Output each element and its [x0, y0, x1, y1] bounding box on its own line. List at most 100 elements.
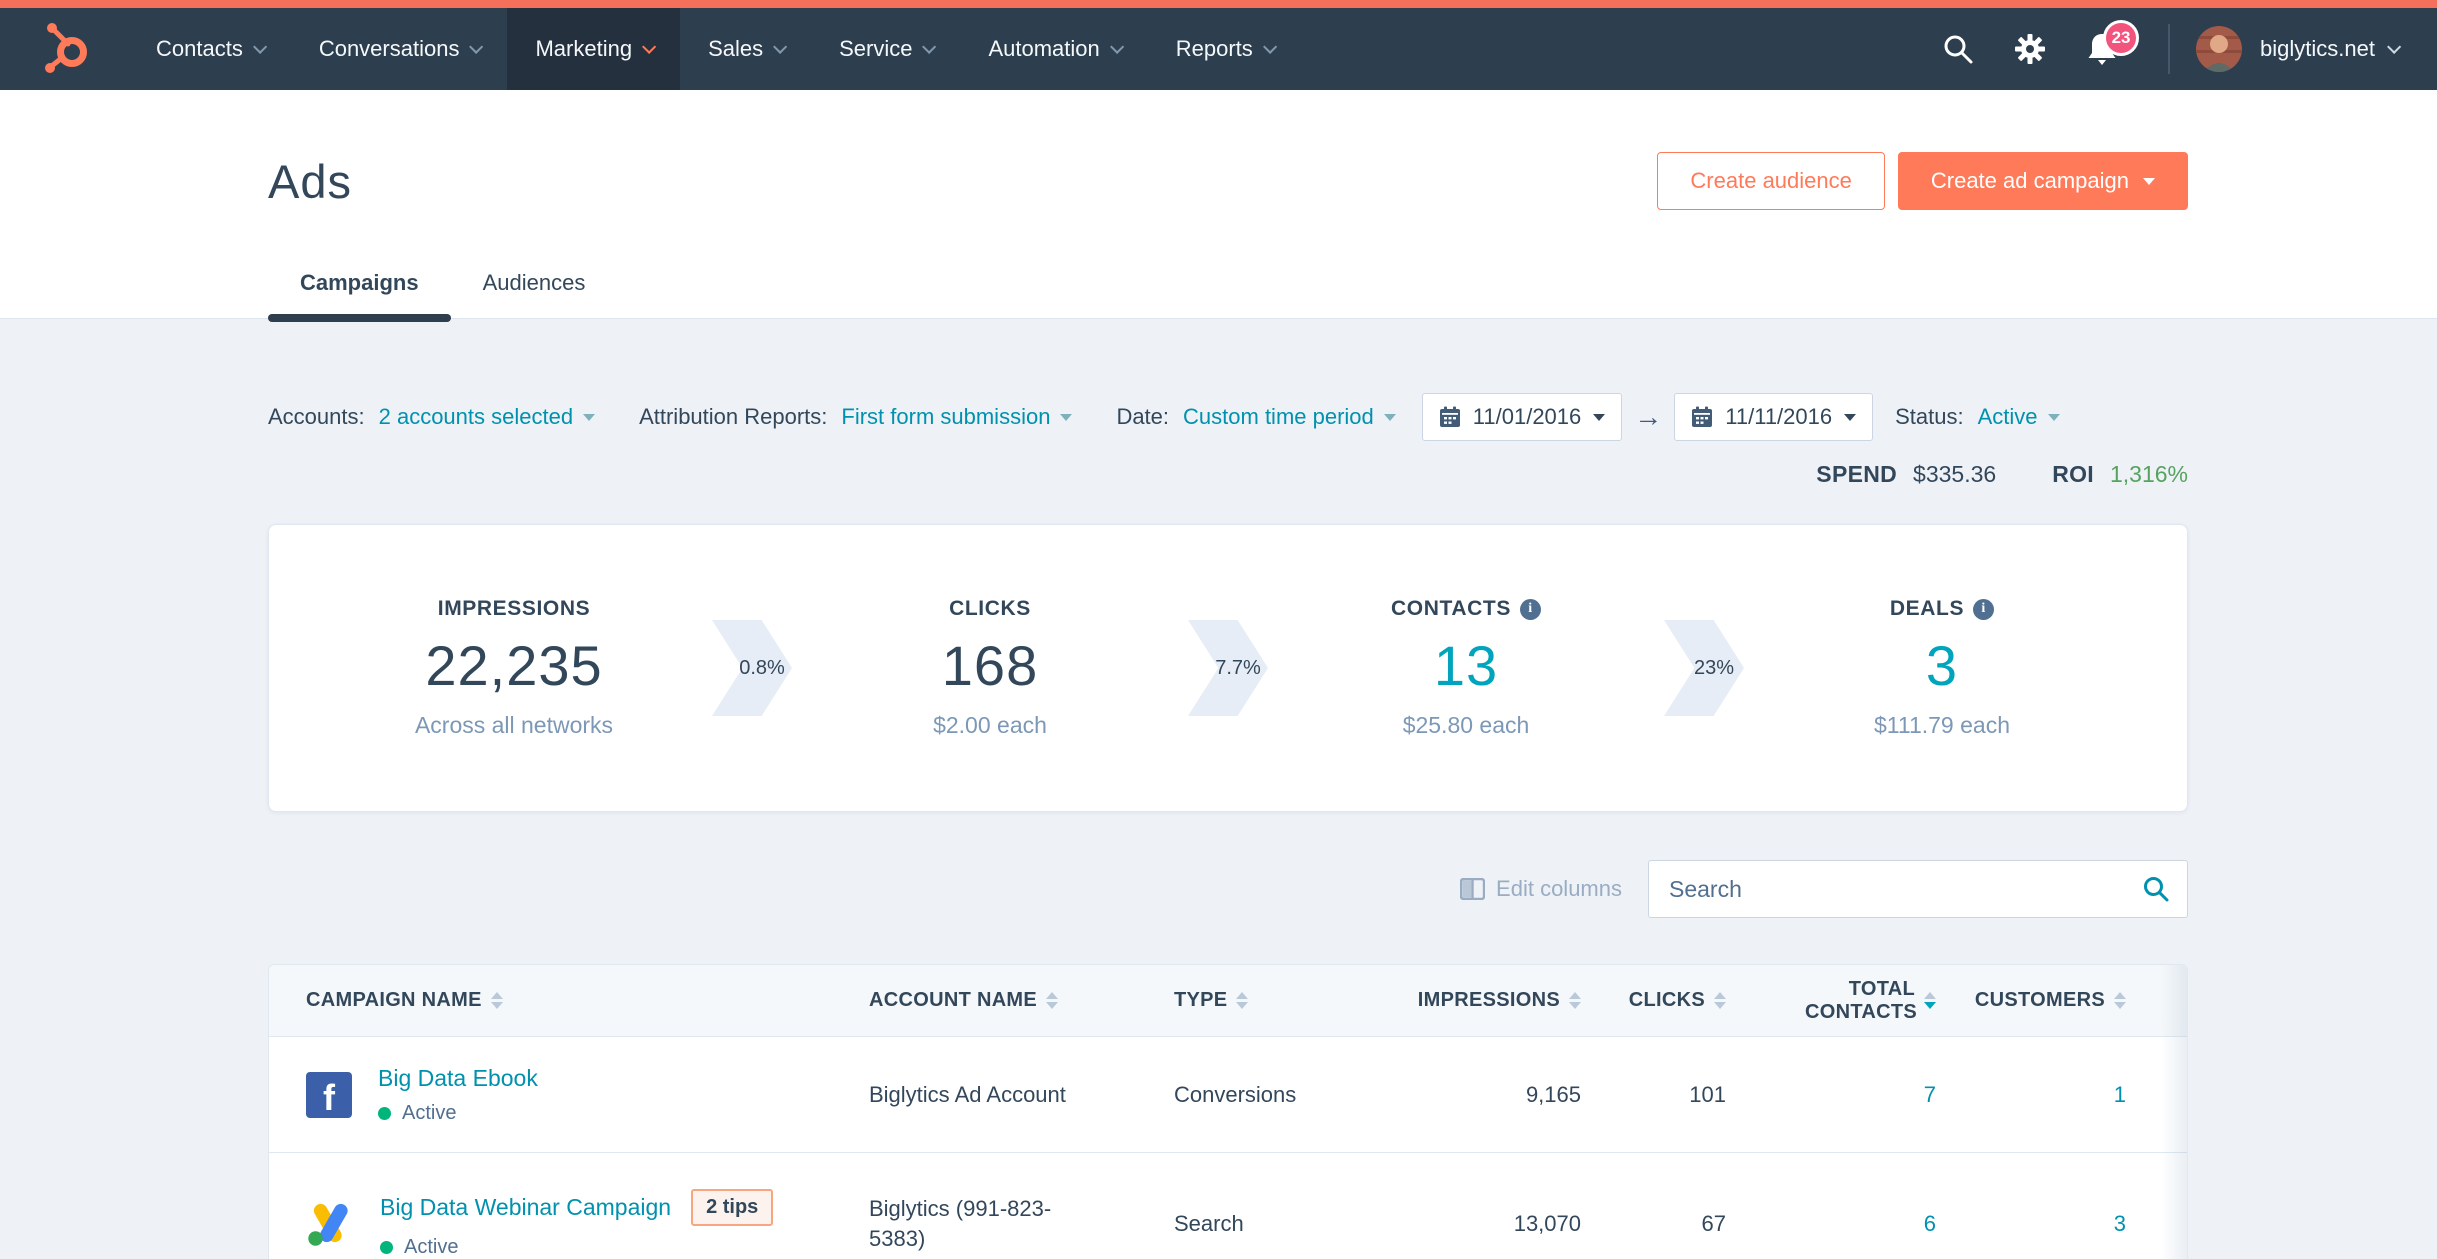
- search-icon[interactable]: [1941, 32, 1975, 66]
- type-cell: Search: [1174, 1210, 1244, 1236]
- accounts-filter-label: Accounts:: [268, 404, 365, 429]
- date-range-arrow-icon: →: [1634, 401, 1663, 432]
- attribution-filter-value: First form submission: [841, 404, 1051, 429]
- chevron-down-icon: [1262, 39, 1278, 54]
- sort-arrows-icon: [1046, 992, 1059, 1009]
- google-ads-icon: [308, 1203, 348, 1246]
- conversion-arrow: 7.7%: [1188, 620, 1268, 716]
- chevron-down-icon: [2387, 39, 2402, 54]
- nav-item-conversations[interactable]: Conversations: [291, 8, 508, 90]
- dropdown-caret-icon: [2143, 177, 2155, 185]
- metric-label: IMPRESSIONS: [437, 597, 591, 620]
- search-input[interactable]: [1648, 860, 2188, 918]
- campaigns-table: CAMPAIGN NAME ACCOUNT NAME TYPE IMPRESSI…: [268, 964, 2188, 1259]
- campaign-name-link[interactable]: Big Data Webinar Campaign: [380, 1194, 671, 1221]
- nav-item-label: Marketing: [535, 36, 633, 61]
- date-start-picker[interactable]: 11/01/2016: [1421, 393, 1623, 441]
- column-header-account-name[interactable]: ACCOUNT NAME: [869, 989, 1174, 1012]
- facebook-icon: f: [306, 1071, 352, 1118]
- edit-columns-button[interactable]: Edit columns: [1460, 876, 1622, 902]
- column-label: TYPE: [1174, 989, 1228, 1011]
- column-label: CAMPAIGN NAME: [306, 989, 482, 1011]
- nav-item-reports[interactable]: Reports: [1148, 8, 1301, 90]
- metric-subtitle: $111.79 each: [1874, 712, 2010, 738]
- column-header-impressions[interactable]: IMPRESSIONS: [1364, 989, 1581, 1012]
- column-header-type[interactable]: TYPE: [1174, 989, 1364, 1012]
- column-header-campaign-name[interactable]: CAMPAIGN NAME: [269, 989, 869, 1012]
- impressions-cell: 9,165: [1525, 1081, 1581, 1107]
- column-header-clicks[interactable]: CLICKS: [1581, 989, 1726, 1012]
- nav-item-label: Contacts: [156, 36, 243, 61]
- sort-arrows-icon: [2114, 992, 2126, 1009]
- table-header-row: CAMPAIGN NAME ACCOUNT NAME TYPE IMPRESSI…: [269, 965, 2187, 1037]
- date-filter-value: Custom time period: [1183, 404, 1374, 429]
- roi-value: 1,316%: [2109, 461, 2188, 487]
- tab-audiences[interactable]: Audiences: [451, 270, 618, 318]
- chevron-down-icon: [642, 39, 657, 54]
- status-filter-label: Status:: [1895, 404, 1964, 429]
- attribution-filter-dropdown[interactable]: First form submission: [841, 404, 1073, 430]
- accounts-filter: Accounts: 2 accounts selected: [268, 404, 596, 430]
- nav-item-contacts[interactable]: Contacts: [128, 8, 291, 90]
- notifications-bell-icon[interactable]: 23: [2085, 20, 2140, 66]
- status-filter-value: Active: [1977, 404, 2038, 429]
- status-filter-dropdown[interactable]: Active: [1978, 404, 2060, 430]
- metric-deals: DEALS i 3 $111.79 each: [1744, 597, 2140, 739]
- date-filter-dropdown[interactable]: Custom time period: [1183, 404, 1396, 430]
- table-row: Big Data Webinar Campaign 2 tips Active …: [269, 1152, 2187, 1259]
- search-icon[interactable]: [2142, 875, 2170, 903]
- calendar-icon: [1692, 406, 1713, 427]
- date-filter: Date: Custom time period: [1116, 404, 1396, 430]
- metric-value[interactable]: 13: [1268, 633, 1664, 698]
- campaign-name-link[interactable]: Big Data Ebook: [378, 1065, 538, 1092]
- metric-impressions: IMPRESSIONS 22,235 Across all networks: [316, 597, 712, 739]
- funnel-metrics-card: IMPRESSIONS 22,235 Across all networks 0…: [268, 524, 2188, 812]
- chevron-down-icon: [1109, 39, 1124, 54]
- dropdown-caret-icon: [583, 413, 596, 421]
- tab-campaigns[interactable]: Campaigns: [268, 270, 451, 322]
- column-header-customers[interactable]: CUSTOMERS: [1936, 989, 2126, 1012]
- create-ad-campaign-button[interactable]: Create ad campaign: [1897, 152, 2188, 210]
- active-status-dot: [378, 1106, 391, 1120]
- customers-link[interactable]: 3: [1936, 1211, 2126, 1237]
- attribution-filter-label: Attribution Reports:: [639, 404, 828, 429]
- info-icon[interactable]: i: [1973, 598, 1995, 620]
- create-audience-button[interactable]: Create audience: [1657, 152, 1885, 210]
- tips-badge[interactable]: 2 tips: [691, 1188, 774, 1226]
- account-menu[interactable]: biglytics.net: [2260, 36, 2402, 62]
- date-end-picker[interactable]: 11/11/2016: [1674, 393, 1874, 441]
- column-label: IMPRESSIONS: [1417, 989, 1560, 1011]
- nav-item-marketing[interactable]: Marketing: [507, 8, 681, 90]
- info-icon[interactable]: i: [1519, 598, 1541, 620]
- nav-item-automation[interactable]: Automation: [960, 8, 1147, 90]
- accounts-filter-dropdown[interactable]: 2 accounts selected: [379, 404, 596, 430]
- table-row: f Big Data Ebook Active Biglytics Ad Acc…: [269, 1037, 2187, 1152]
- conversion-arrow: 23%: [1664, 620, 1744, 716]
- nav-item-sales[interactable]: Sales: [680, 8, 811, 90]
- nav-item-label: Conversations: [318, 36, 460, 61]
- total-contacts-link[interactable]: 7: [1726, 1082, 1936, 1108]
- hubspot-logo[interactable]: [0, 8, 128, 90]
- dropdown-caret-icon: [1383, 413, 1396, 421]
- customers-link[interactable]: 1: [1936, 1082, 2126, 1108]
- column-header-total-contacts[interactable]: TOTAL CONTACTS: [1726, 978, 1936, 1024]
- nav-item-label: Automation: [988, 36, 1100, 61]
- sort-arrows-icon: [490, 992, 503, 1009]
- nav-item-service[interactable]: Service: [811, 8, 960, 90]
- table-searchbox: [1648, 860, 2188, 918]
- main-nav: Contacts Conversations Marketing Sales S…: [0, 8, 2437, 90]
- metric-value: 168: [941, 634, 1039, 697]
- edit-columns-label: Edit columns: [1496, 876, 1622, 901]
- metric-subtitle: Across all networks: [414, 712, 614, 738]
- metric-value: 22,235: [425, 634, 603, 697]
- chevron-down-icon: [469, 39, 484, 54]
- user-avatar[interactable]: [2196, 26, 2243, 72]
- table-controls: Edit columns: [268, 860, 2188, 918]
- notification-count-badge: 23: [2103, 20, 2140, 56]
- metric-value[interactable]: 3: [1744, 633, 2140, 698]
- campaign-status: Active: [402, 1101, 457, 1124]
- total-contacts-link[interactable]: 6: [1726, 1211, 1936, 1237]
- nav-item-label: Service: [839, 36, 913, 61]
- metric-contacts: CONTACTS i 13 $25.80 each: [1268, 597, 1664, 739]
- gear-icon[interactable]: [2013, 32, 2047, 66]
